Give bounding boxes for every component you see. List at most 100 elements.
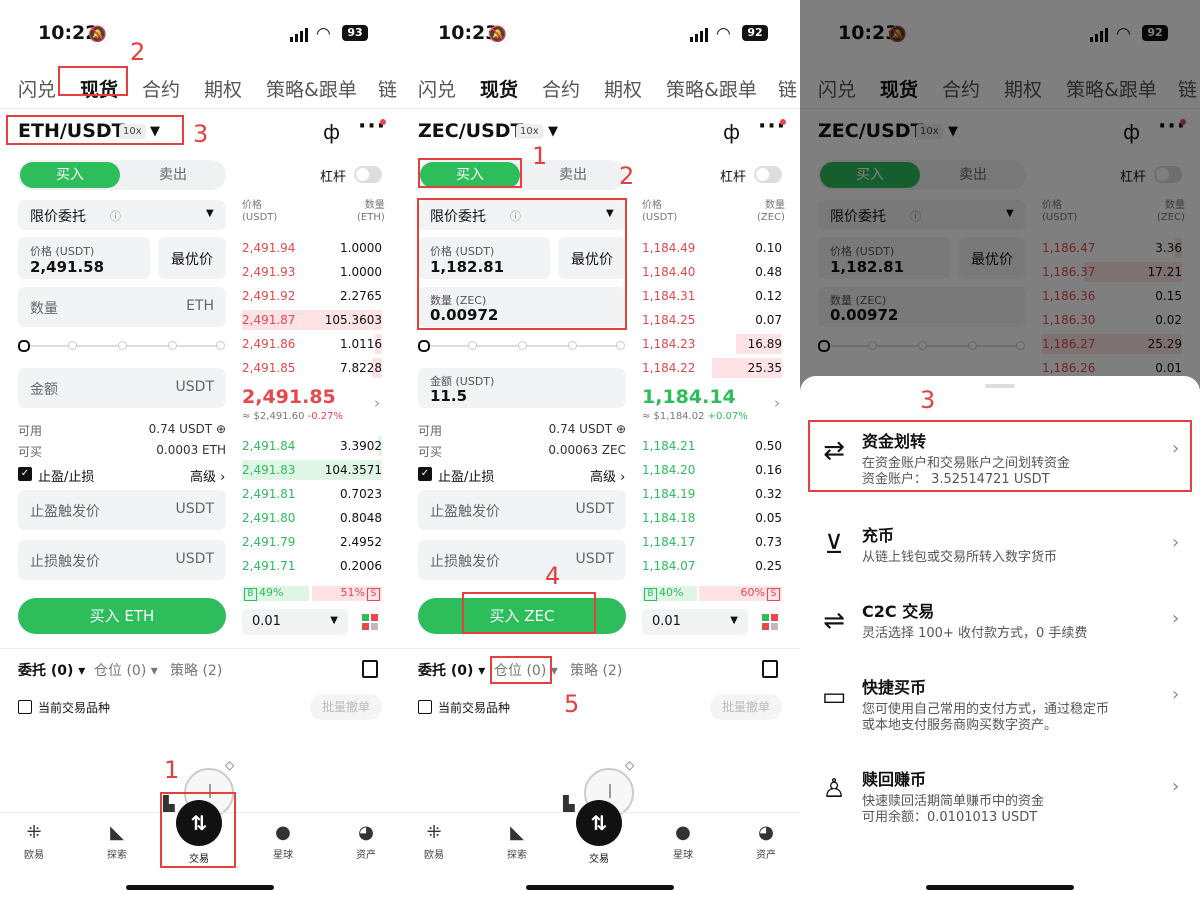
book-layout-icon[interactable] (762, 614, 779, 631)
ask-row[interactable]: 2,491.87 105.3603 (242, 310, 382, 330)
tp-trigger-input[interactable]: 止盈触发价 USDT (418, 490, 626, 530)
tab-chain[interactable]: 链 (378, 75, 397, 102)
ask-row[interactable]: 1,184.22 25.35 (642, 358, 782, 378)
buy-tab[interactable]: 买入 (20, 162, 120, 188)
tabbar-assets[interactable]: ◕ 资产 (336, 822, 396, 861)
bid-row[interactable]: 1,184.19 0.32 (642, 484, 782, 504)
bid-row[interactable]: 1,184.21 0.50 (642, 436, 782, 456)
tab-strategies[interactable]: 策略 (2) (170, 660, 222, 680)
sl-trigger-input[interactable]: 止损触发价 USDT (418, 540, 626, 580)
ask-row[interactable]: 2,491.85 7.8228 (242, 358, 382, 378)
amount-input[interactable]: 金额 (USDT) 11.5 (418, 368, 626, 408)
advanced-link[interactable]: 高级 › (190, 466, 225, 485)
bulk-cancel-button[interactable]: 批量撤单 (310, 694, 382, 720)
price-input[interactable]: 价格 (USDT) 2,491.58 (18, 237, 150, 279)
tab-options[interactable]: 期权 (604, 75, 642, 102)
bid-row[interactable]: 2,491.83 104.3571 (242, 460, 382, 480)
bid-row[interactable]: 2,491.81 0.7023 (242, 484, 382, 504)
sheet-handle[interactable] (985, 384, 1015, 388)
can-buy-value: 0.0003 ETH (156, 443, 226, 457)
ask-row[interactable]: 2,491.92 2.2765 (242, 286, 382, 306)
chevron-right-icon[interactable]: › (774, 394, 780, 412)
order-history-icon[interactable] (762, 660, 778, 678)
ask-row[interactable]: 1,184.40 0.48 (642, 262, 782, 282)
precision-select[interactable]: 0.01 ▼ (642, 609, 748, 635)
bid-row[interactable]: 1,184.07 0.25 (642, 556, 782, 576)
book-price: 2,491.85 (242, 361, 296, 375)
sl-placeholder: 止损触发价 (30, 554, 100, 570)
tpsl-checkbox[interactable]: ✓ (418, 467, 432, 481)
ask-row[interactable]: 2,491.94 1.0000 (242, 238, 382, 258)
diamond-icon: ◇ (625, 758, 635, 772)
trade-icon[interactable]: ⇅ (576, 800, 622, 846)
annotation-number: 3 (193, 120, 209, 148)
ask-row[interactable]: 2,491.93 1.0000 (242, 262, 382, 282)
sl-trigger-input[interactable]: 止损触发价 USDT (18, 540, 226, 580)
bid-row[interactable]: 2,491.84 3.3902 (242, 436, 382, 456)
tab-chain[interactable]: 链 (778, 75, 797, 102)
tab-positions-label[interactable]: 仓位 (0) (94, 663, 146, 679)
ask-row[interactable]: 1,184.31 0.12 (642, 286, 782, 306)
amount-slider[interactable] (18, 340, 226, 352)
more-icon[interactable]: ··· (758, 114, 786, 139)
candlestick-icon[interactable]: ф (723, 120, 740, 144)
tab-options[interactable]: 期权 (204, 75, 242, 102)
bid-row[interactable]: 2,491.80 0.8048 (242, 508, 382, 528)
tab-strategy[interactable]: 策略&跟单 (666, 75, 757, 102)
quantity-input[interactable]: 数量 ETH (18, 287, 226, 327)
menu-item-redeem[interactable]: ♙ 赎回赚币 快速赎回活期简单赚币中的资金 可用余额：0.0101013 USD… (800, 766, 1200, 836)
tpsl-checkbox[interactable]: ✓ (18, 467, 32, 481)
amount-input[interactable]: 金额 USDT (18, 368, 226, 408)
tab-futures[interactable]: 合约 (542, 75, 580, 102)
tab-strategy[interactable]: 策略&跟单 (266, 75, 357, 102)
chevron-right-icon[interactable]: › (374, 394, 380, 412)
precision-select[interactable]: 0.01 ▼ (242, 609, 348, 635)
leverage-switch[interactable] (754, 166, 782, 183)
sell-tab[interactable]: 卖出 (122, 162, 224, 188)
amount-placeholder: 金额 (30, 382, 58, 398)
ask-row[interactable]: 1,184.25 0.07 (642, 310, 782, 330)
tab-spot[interactable]: 现货 (480, 75, 518, 102)
tabbar-discover[interactable]: ◣ 探索 (487, 822, 547, 861)
caret-down-icon[interactable]: ▼ (548, 124, 558, 139)
bid-row[interactable]: 1,184.17 0.73 (642, 532, 782, 552)
tabbar-okx[interactable]: ⁜ 欧易 (4, 822, 64, 861)
tab-strategies[interactable]: 策略 (2) (570, 660, 622, 680)
ask-row[interactable]: 1,184.23 16.89 (642, 334, 782, 354)
book-layout-icon[interactable] (362, 614, 379, 631)
tabbar-planet[interactable]: ● 星球 (653, 822, 713, 861)
amount-slider[interactable] (418, 340, 626, 352)
tabbar-discover[interactable]: ◣ 探索 (87, 822, 147, 861)
tabbar-planet[interactable]: ● 星球 (253, 822, 313, 861)
menu-item-c2c[interactable]: ⇌ C2C 交易 灵活选择 100+ 收付款方式，0 手续费 › (800, 598, 1200, 668)
tab-futures[interactable]: 合约 (142, 75, 180, 102)
bulk-cancel-button[interactable]: 批量撤单 (710, 694, 782, 720)
tabbar-assets[interactable]: ◕ 资产 (736, 822, 796, 861)
buy-button[interactable]: 买入 ETH (18, 598, 226, 634)
tab-orders-label[interactable]: 委托 (0) (18, 663, 73, 679)
advanced-link[interactable]: 高级 › (590, 466, 625, 485)
candlestick-icon[interactable]: ф (323, 120, 340, 144)
order-history-icon[interactable] (362, 660, 378, 678)
bid-row[interactable]: 1,184.18 0.05 (642, 508, 782, 528)
tab-orders-label[interactable]: 委托 (0) (418, 663, 473, 679)
bid-row[interactable]: 2,491.79 2.4952 (242, 532, 382, 552)
menu-item-deposit[interactable]: ⊻ 充币 从链上钱包或交易所转入数字货币 › (800, 522, 1200, 592)
more-icon[interactable]: ··· (358, 114, 386, 139)
menu-item-quick-buy[interactable]: ▭ 快捷买币 您可使用自己常用的支付方式，通过稳定币 或本地支付服务商购买数字资… (800, 674, 1200, 744)
current-pair-checkbox[interactable] (418, 700, 432, 714)
ask-row[interactable]: 1,184.49 0.10 (642, 238, 782, 258)
leverage-switch[interactable] (354, 166, 382, 183)
order-type-select[interactable]: 限价委托 ⓘ ▼ (18, 200, 226, 230)
current-pair-checkbox[interactable] (18, 700, 32, 714)
tp-trigger-input[interactable]: 止盈触发价 USDT (18, 490, 226, 530)
tab-swap[interactable]: 闪兑 (418, 75, 456, 102)
bid-row[interactable]: 2,491.71 0.2006 (242, 556, 382, 576)
tabbar-okx[interactable]: ⁜ 欧易 (404, 822, 464, 861)
tab-swap[interactable]: 闪兑 (18, 75, 56, 102)
best-price-button[interactable]: 最优价 (158, 237, 226, 279)
pair-selector[interactable]: ZEC/USDT (418, 120, 523, 142)
bid-row[interactable]: 1,184.20 0.16 (642, 460, 782, 480)
ask-row[interactable]: 2,491.86 1.0116 (242, 334, 382, 354)
current-pair-label: 当前交易品种 (438, 701, 511, 715)
